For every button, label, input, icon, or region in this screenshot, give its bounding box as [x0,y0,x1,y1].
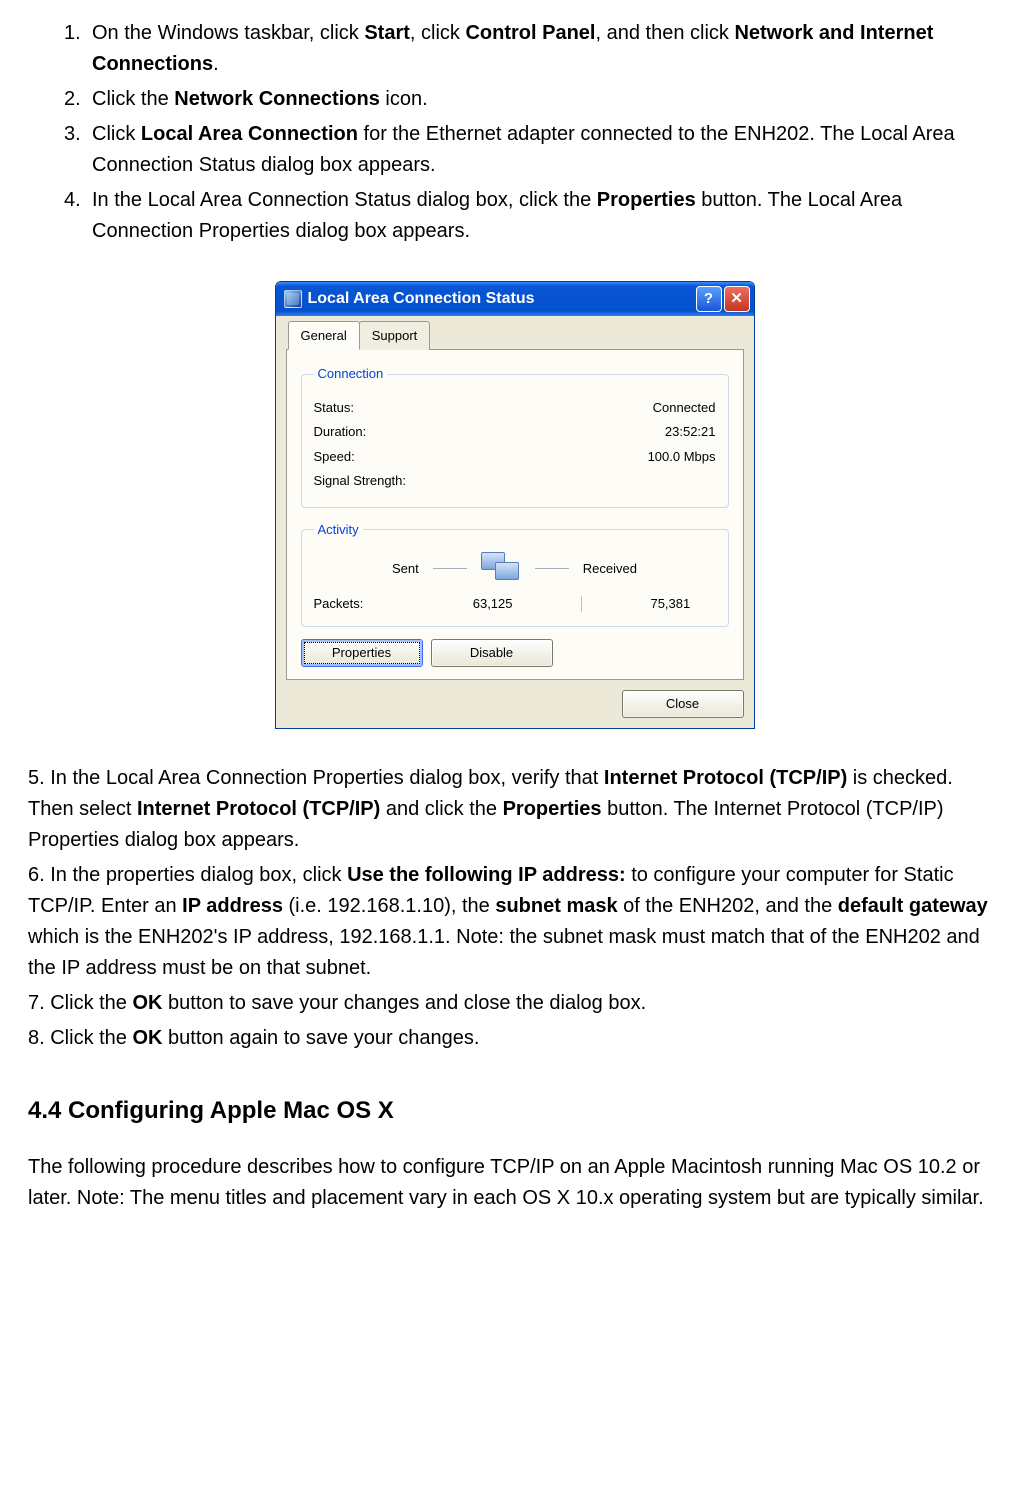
step-text: Click Local Area Connection for the Ethe… [92,119,1001,181]
packets-sent-value: 63,125 [473,594,513,614]
section-paragraph: The following procedure describes how to… [28,1152,1001,1214]
activity-group: Activity Sent Received Packets: 63,125 [301,520,729,627]
activity-legend: Activity [314,520,363,540]
text: On the Windows taskbar, click [92,22,364,44]
bold-text: OK [132,1027,162,1049]
activity-line-right [535,568,569,569]
bold-text: Start [364,22,410,44]
vertical-separator [581,596,582,612]
dialog-screenshot-container: Local Area Connection Status ? ✕ General… [28,281,1001,729]
local-area-connection-status-dialog: Local Area Connection Status ? ✕ General… [275,281,755,729]
sent-label: Sent [392,559,419,579]
text: button to save your changes and close th… [162,992,646,1014]
bold-text: Internet Protocol (TCP/IP) [604,767,847,789]
text: In the Local Area Connection Status dial… [92,189,597,211]
step-6: 6. In the properties dialog box, click U… [28,860,1001,984]
tab-general[interactable]: General [288,321,360,350]
dialog-bottom-bar: Close [286,690,744,718]
bold-text: Internet Protocol (TCP/IP) [137,798,380,820]
text: which is the ENH202's IP address, 192.16… [28,926,980,979]
step-number: 2. [64,84,92,115]
speed-value: 100.0 Mbps [648,447,716,467]
tab-panel-general: Connection Status: Connected Duration: 2… [286,349,744,680]
text: , click [410,22,466,44]
text: , and then click [595,22,734,44]
text: and click the [380,798,502,820]
step-4: 4. In the Local Area Connection Status d… [64,185,1001,247]
text: 7. Click the [28,992,132,1014]
text: 8. Click the [28,1027,132,1049]
bold-text: OK [132,992,162,1014]
connection-legend: Connection [314,364,388,384]
text: button again to save your changes. [162,1027,479,1049]
duration-value: 23:52:21 [665,422,716,442]
bold-text: default gateway [838,895,988,917]
bold-text: Properties [503,798,602,820]
speed-row: Speed: 100.0 Mbps [314,447,716,467]
step-7: 7. Click the OK button to save your chan… [28,988,1001,1019]
step-2: 2. Click the Network Connections icon. [64,84,1001,115]
step-1: 1. On the Windows taskbar, click Start, … [64,18,1001,80]
text: icon. [380,88,428,110]
close-button[interactable]: Close [622,690,744,718]
text: 6. In the properties dialog box, click [28,864,347,886]
bold-text: IP address [182,895,283,917]
packets-received-value: 75,381 [650,594,690,614]
received-label: Received [583,559,637,579]
speed-label: Speed: [314,447,355,467]
action-buttons: Properties Disable [301,639,729,667]
bold-text: Use the following IP address: [347,864,626,886]
step-number: 3. [64,119,92,181]
duration-label: Duration: [314,422,367,442]
properties-button[interactable]: Properties [301,639,423,667]
titlebar: Local Area Connection Status ? ✕ [276,282,754,316]
tab-strip: General Support [288,320,744,349]
tab-support[interactable]: Support [359,321,431,350]
text: (i.e. 192.168.1.10), the [283,895,495,917]
dialog-client-area: General Support Connection Status: Conne… [276,316,754,728]
packets-row: Packets: 63,125 75,381 [314,594,716,614]
bold-text: Local Area Connection [141,123,358,145]
signal-strength-row: Signal Strength: [314,471,716,491]
bold-text: subnet mask [495,895,617,917]
activity-line-left [433,568,467,569]
disable-button[interactable]: Disable [431,639,553,667]
step-number: 4. [64,185,92,247]
bold-text: Network Connections [174,88,380,110]
step-text: Click the Network Connections icon. [92,84,1001,115]
text: 5. In the Local Area Connection Properti… [28,767,604,789]
step-3: 3. Click Local Area Connection for the E… [64,119,1001,181]
step-8: 8. Click the OK button again to save you… [28,1023,1001,1054]
step-text: In the Local Area Connection Status dial… [92,185,1001,247]
step-5: 5. In the Local Area Connection Properti… [28,763,1001,856]
bold-text: Control Panel [465,22,595,44]
help-button[interactable]: ? [696,286,722,312]
text: of the ENH202, and the [618,895,838,917]
step-text: On the Windows taskbar, click Start, cli… [92,18,1001,80]
window-title: Local Area Connection Status [308,287,694,312]
duration-row: Duration: 23:52:21 [314,422,716,442]
text: Click the [92,88,174,110]
signal-strength-label: Signal Strength: [314,471,407,491]
status-row: Status: Connected [314,398,716,418]
activity-header-row: Sent Received [314,552,716,586]
section-heading: 4.4 Configuring Apple Mac OS X [28,1092,1001,1129]
status-value: Connected [653,398,716,418]
text: . [213,53,219,75]
window-icon [284,290,302,308]
connection-group: Connection Status: Connected Duration: 2… [301,364,729,508]
network-monitors-icon [481,552,521,586]
status-label: Status: [314,398,354,418]
packets-label: Packets: [314,594,448,614]
text: Click [92,123,141,145]
instruction-list: 1. On the Windows taskbar, click Start, … [28,18,1001,247]
bold-text: Properties [597,189,696,211]
step-number: 1. [64,18,92,80]
close-window-button[interactable]: ✕ [724,286,750,312]
